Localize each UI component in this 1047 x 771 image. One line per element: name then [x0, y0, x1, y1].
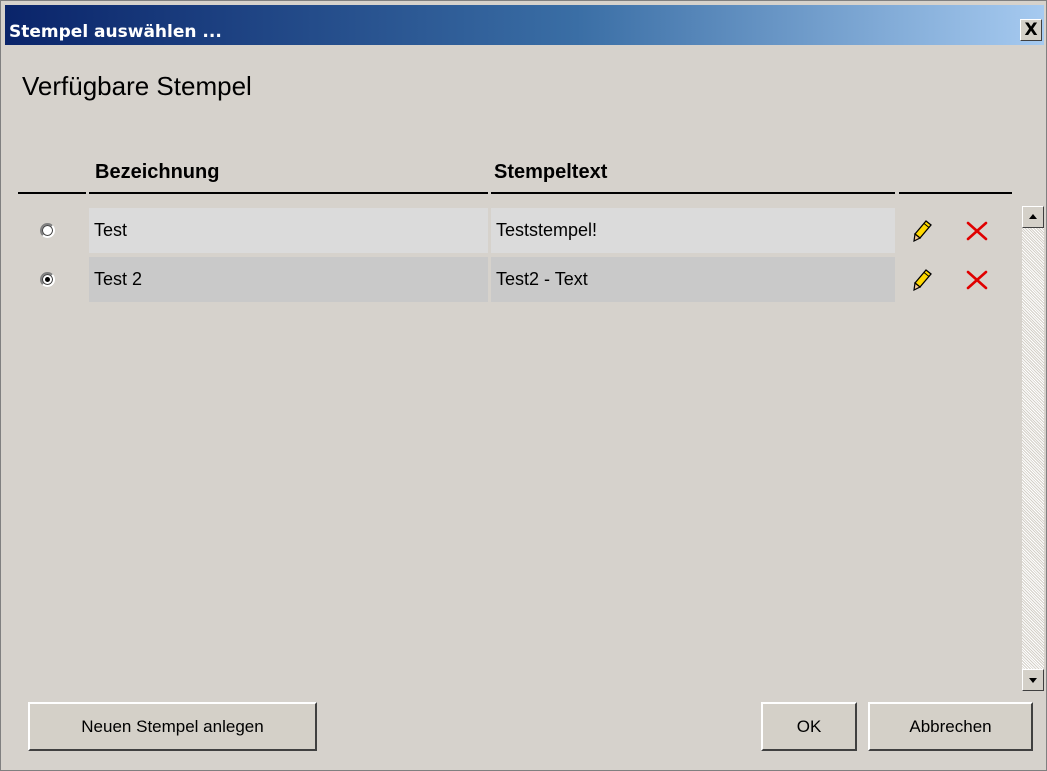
header-divider [18, 192, 86, 194]
scroll-up-button[interactable] [1022, 206, 1044, 228]
new-stamp-button[interactable]: Neuen Stempel anlegen [28, 702, 317, 751]
table-row[interactable]: Test Teststempel! [1, 208, 1016, 253]
dialog-title: Stempel auswählen ... [9, 22, 222, 42]
row-name: Test [89, 208, 488, 253]
delete-x-icon[interactable] [966, 270, 988, 295]
scroll-down-button[interactable] [1022, 669, 1044, 691]
ok-button[interactable]: OK [761, 702, 857, 751]
header-divider [899, 192, 1012, 194]
row-select-radio[interactable] [40, 272, 55, 287]
column-header-bezeichnung: Bezeichnung [95, 161, 220, 183]
vertical-scrollbar[interactable] [1022, 206, 1044, 691]
close-button[interactable]: X [1020, 19, 1042, 41]
close-icon: X [1024, 19, 1038, 40]
header-divider [491, 192, 895, 194]
row-name: Test 2 [89, 257, 488, 302]
page-title: Verfügbare Stempel [22, 71, 252, 101]
column-header-stempeltext: Stempeltext [494, 161, 608, 183]
pencil-icon[interactable] [913, 220, 933, 247]
pencil-icon[interactable] [913, 269, 933, 296]
stamp-dialog: Stempel auswählen ... X Verfügbare Stemp… [0, 0, 1047, 771]
table-row[interactable]: Test 2 Test2 - Text [1, 257, 1016, 302]
row-select-radio[interactable] [40, 223, 55, 238]
cancel-button[interactable]: Abbrechen [868, 702, 1033, 751]
radio-selected-dot [45, 277, 50, 282]
header-divider [89, 192, 488, 194]
row-stamp-text: Test2 - Text [491, 257, 895, 302]
delete-x-icon[interactable] [966, 221, 988, 246]
row-stamp-text: Teststempel! [491, 208, 895, 253]
title-bar[interactable]: Stempel auswählen ... X [5, 5, 1044, 45]
